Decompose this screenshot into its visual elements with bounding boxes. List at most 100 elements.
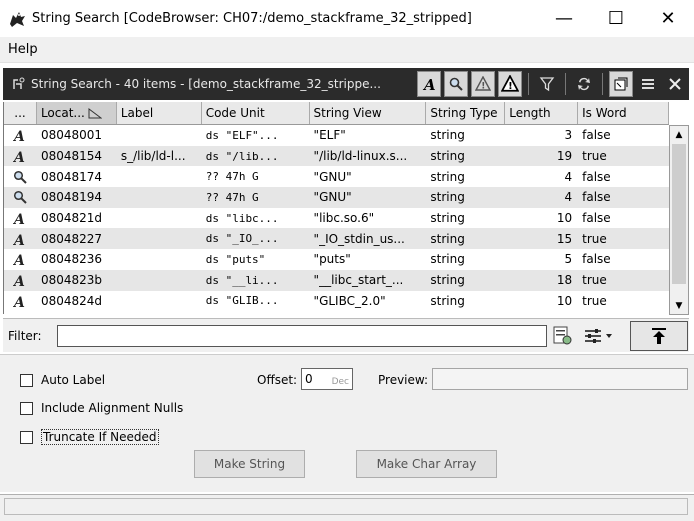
scrollbar-thumb[interactable] <box>672 144 686 284</box>
snapshot-icon[interactable] <box>609 71 633 97</box>
defined-string-icon: A <box>4 208 37 229</box>
label-cell <box>117 291 202 312</box>
svg-text:A: A <box>13 212 25 225</box>
table-scrollbar[interactable]: ▲ ▼ <box>669 125 689 315</box>
string-type-cell: string <box>430 149 465 164</box>
label-cell <box>117 125 202 146</box>
show-partial-defined-strings-icon[interactable]: ! <box>471 71 495 97</box>
table-row[interactable]: A 0804824d ds "GLIB... "GLIBC_2.0" string 10 t… <box>4 290 669 312</box>
is-word-cell: false <box>582 128 611 143</box>
include-alignment-nulls-checkbox[interactable] <box>20 401 33 415</box>
length-cell: 19 <box>556 149 573 164</box>
refresh-icon[interactable] <box>572 71 596 97</box>
auto-label-checkbox[interactable] <box>20 373 33 387</box>
table-header: ... Locat... Label Code Unit String View… <box>4 102 669 125</box>
make-char-array-button[interactable]: Make Char Array <box>356 450 497 478</box>
col-header-string-view[interactable]: String View <box>310 102 427 124</box>
menu-help[interactable]: Help <box>0 42 46 57</box>
include-alignment-nulls-option[interactable]: Include Alignment Nulls <box>20 401 183 415</box>
string-type-cell: string <box>430 190 465 205</box>
length-cell: 4 <box>564 190 573 205</box>
location-cell: 0804823b <box>40 273 103 288</box>
col-header-location-label: Locat... <box>40 106 85 120</box>
scroll-up-arrow-icon[interactable]: ▲ <box>670 126 688 143</box>
maximize-button[interactable]: ☐ <box>590 0 642 37</box>
location-cell: 08048001 <box>40 128 103 143</box>
string-view-cell: "_IO_stdin_us... <box>313 231 405 246</box>
string-search-icon <box>11 76 27 92</box>
auto-label-label: Auto Label <box>41 373 106 387</box>
defined-string-icon: A <box>4 125 37 146</box>
col-header-string-type[interactable]: String Type <box>426 102 506 124</box>
status-field <box>4 498 688 515</box>
table-body: A 08048001 ds "ELF"... "ELF" string 3 false A 08… <box>4 125 669 312</box>
is-word-cell: true <box>582 273 607 288</box>
component-header: String Search - 40 items - [demo_stackfr… <box>3 68 689 100</box>
code-unit-cell: ds "libc... <box>205 211 279 225</box>
close-window-button[interactable]: ✕ <box>642 0 694 37</box>
col-header-code-unit[interactable]: Code Unit <box>202 102 310 124</box>
scroll-to-top-icon[interactable] <box>630 321 688 351</box>
auto-label-option[interactable]: Auto Label <box>20 373 105 387</box>
show-defined-strings-icon[interactable]: A <box>417 71 441 97</box>
table-row[interactable]: A 0804821d ds "libc... "libc.so.6" string 10 f… <box>4 207 669 229</box>
table-row[interactable]: 08048194 ?? 47h G "GNU" string 4 false <box>4 187 669 208</box>
scroll-down-arrow-icon[interactable]: ▼ <box>670 297 688 314</box>
code-unit-cell: ds "__li... <box>205 273 279 287</box>
table-row[interactable]: A 08048001 ds "ELF"... "ELF" string 3 false <box>4 125 669 146</box>
close-component-icon[interactable] <box>663 71 687 97</box>
options-panel: Auto Label Include Alignment Nulls Trunc… <box>0 354 694 492</box>
menu-bar: Help <box>0 37 694 63</box>
strings-table: ... Locat... Label Code Unit String View… <box>3 102 669 314</box>
filter-bar: Filter: <box>3 318 689 352</box>
show-undefined-strings-icon[interactable] <box>444 71 468 97</box>
svg-text:!: ! <box>508 81 513 92</box>
defined-string-icon: A <box>4 249 37 270</box>
filter-input[interactable] <box>57 325 547 347</box>
undefined-string-icon <box>4 187 37 208</box>
table-row[interactable]: A 08048227 ds "_IO_... "_IO_stdin_us... stri… <box>4 228 669 250</box>
is-word-cell: false <box>582 190 611 205</box>
col-header-location[interactable]: Locat... <box>36 102 117 124</box>
ghidra-dragon-icon <box>6 8 28 30</box>
length-cell: 3 <box>564 128 573 143</box>
string-view-cell: "GNU" <box>313 169 352 184</box>
is-word-cell: false <box>582 211 611 226</box>
code-unit-cell: ds "ELF"... <box>205 128 279 142</box>
col-header-label[interactable]: Label <box>117 102 202 124</box>
truncate-if-needed-checkbox[interactable] <box>20 430 33 444</box>
make-string-button[interactable]: Make String <box>194 450 305 478</box>
string-type-cell: string <box>430 293 465 308</box>
location-cell: 0804821d <box>40 211 103 226</box>
title-bar: String Search [CodeBrowser: CH07:/demo_s… <box>0 0 694 37</box>
table-row[interactable]: A 0804823b ds "__li... "__libc_start_... str… <box>4 269 669 291</box>
minimize-button[interactable]: — <box>538 0 590 37</box>
show-conflicting-strings-icon[interactable]: ! <box>498 71 522 97</box>
table-menu-icon[interactable] <box>636 71 660 97</box>
string-view-cell: "GLIBC_2.0" <box>313 293 386 308</box>
col-header-is-word[interactable]: Is Word <box>578 102 669 124</box>
length-cell: 10 <box>556 211 573 226</box>
location-cell: 08048236 <box>40 252 103 267</box>
table-row[interactable]: A 08048236 ds "puts" "puts" string 5 false <box>4 249 669 270</box>
filter-settings-dropdown-icon[interactable] <box>583 324 615 348</box>
col-header-length[interactable]: Length <box>505 102 579 124</box>
defined-string-icon: A <box>4 270 37 291</box>
table-row[interactable]: 08048174 ?? 47h G "GNU" string 4 false <box>4 166 669 188</box>
truncate-if-needed-option[interactable]: Truncate If Needed <box>20 429 159 445</box>
is-word-cell: false <box>582 252 611 267</box>
col-header-icon[interactable]: ... <box>4 102 37 124</box>
filter-funnel-icon[interactable] <box>535 71 559 97</box>
label-cell: s_/lib/ld-l... <box>120 149 186 164</box>
filter-options-icon[interactable] <box>552 324 574 348</box>
location-cell: 08048174 <box>40 169 103 184</box>
length-cell: 18 <box>556 273 573 288</box>
table-row[interactable]: A 08048154 s_/lib/ld-l... ds "/lib... "/lib/… <box>4 145 669 167</box>
is-word-cell: true <box>582 149 607 164</box>
svg-text:A: A <box>13 233 25 246</box>
svg-text:!: ! <box>481 82 485 92</box>
length-cell: 5 <box>564 252 573 267</box>
status-bar <box>0 494 694 521</box>
sort-ascending-icon <box>88 107 102 119</box>
offset-input[interactable]: 0 Dec <box>301 368 353 390</box>
